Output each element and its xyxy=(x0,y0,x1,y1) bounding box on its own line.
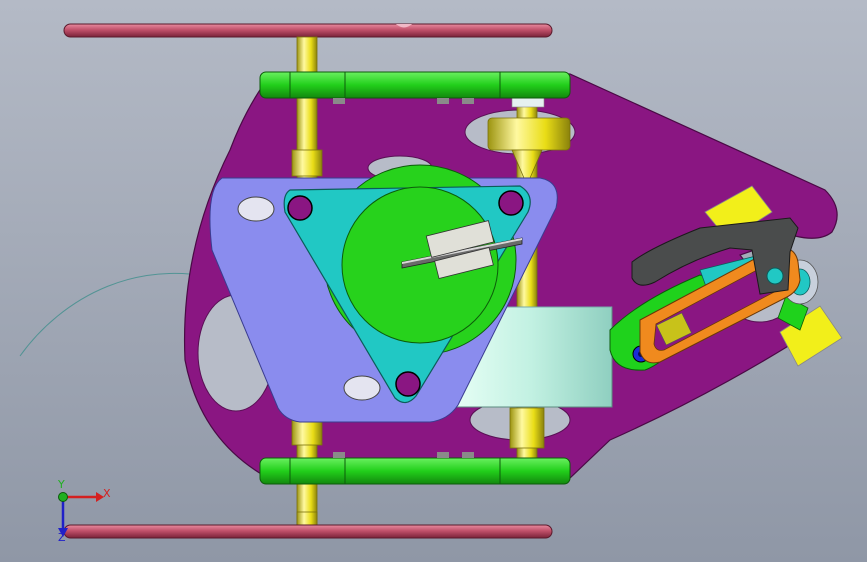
rail-top[interactable] xyxy=(63,23,553,38)
plate-slot xyxy=(237,196,275,222)
axis-y-label: Y xyxy=(58,478,65,491)
rail-bottom[interactable] xyxy=(63,524,553,539)
mount-hole xyxy=(395,371,421,397)
mount-hole xyxy=(498,190,524,216)
axis-x-label: X xyxy=(103,487,111,500)
axis-z-label: Z xyxy=(58,531,66,544)
plate-slot xyxy=(343,375,381,401)
mount-hole xyxy=(287,195,313,221)
axis-y-origin xyxy=(58,492,68,502)
cad-viewport[interactable] xyxy=(0,0,867,562)
